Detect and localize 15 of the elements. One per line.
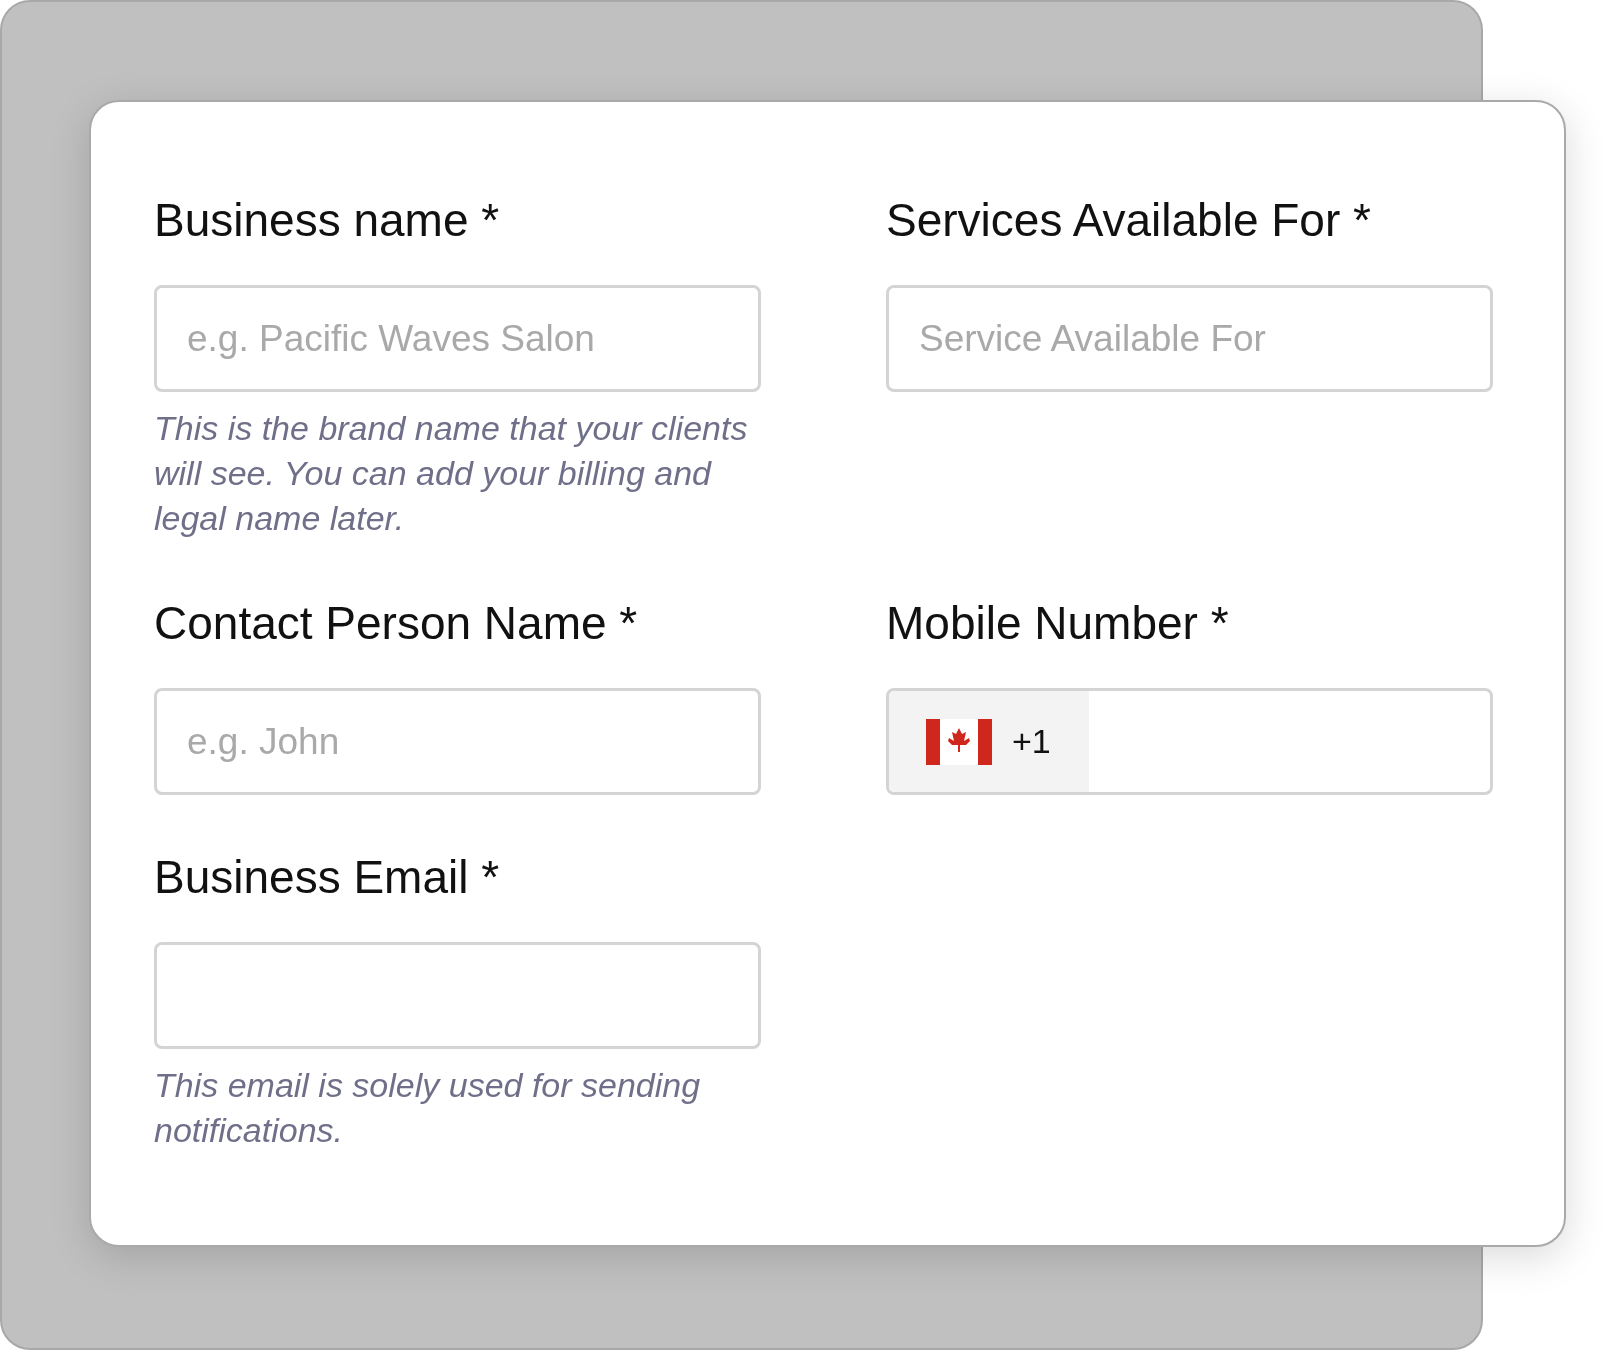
field-label: Contact Person Name * (154, 596, 639, 651)
field-label: Business name * (154, 193, 501, 248)
field-label: Services Available For * (886, 193, 1372, 248)
flag-icon (926, 718, 992, 765)
field-label: Mobile Number * (886, 596, 1230, 651)
field-label: Business Email * (154, 850, 501, 905)
input-field[interactable]: e.g. Pacific Waves Salon (154, 285, 761, 392)
country-selector[interactable]: +1 (889, 691, 1089, 792)
help-text: This is the brand name that your clients will see. You can add your billing and legal name later. (154, 408, 749, 539)
input-field[interactable]: e.g. John (154, 688, 761, 795)
phone-field[interactable]: +1 (886, 688, 1493, 795)
input-field[interactable]: Service Available For (886, 285, 1493, 392)
country-code: +1 (1012, 722, 1051, 761)
help-text: This email is solely used for sending notifications. (154, 1065, 702, 1151)
input-field[interactable] (154, 942, 761, 1049)
